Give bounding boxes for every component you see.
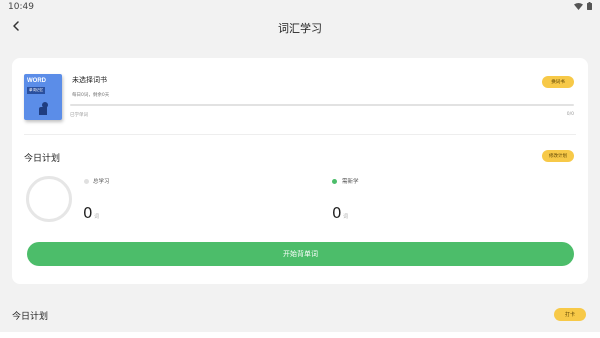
new-study-value: 0 — [332, 204, 342, 222]
wifi-icon — [574, 2, 583, 10]
book-title: 未选择词书 — [72, 76, 107, 84]
cover-word: WORD — [27, 78, 46, 84]
change-book-button[interactable]: 换词书 — [542, 76, 574, 88]
header: 词汇学习 — [0, 14, 600, 42]
new-study-unit: 词 — [343, 214, 349, 220]
status-bar: 10:49 — [0, 0, 600, 14]
status-time: 10:49 — [8, 2, 34, 12]
bottom-card — [0, 332, 600, 338]
book-progress-bar — [70, 104, 574, 106]
today-plan-title: 今日计划 — [24, 154, 61, 164]
checkin-button[interactable]: 打卡 — [554, 308, 586, 321]
total-study-unit: 词 — [94, 214, 100, 220]
total-study-value: 0 — [83, 204, 93, 222]
bottom-plan-title: 今日计划 — [12, 312, 49, 322]
vocabulary-card: WORD 单词记忆 未选择词书 每日0词，剩余0天 换词书 已学单词 0/0 今… — [12, 58, 588, 284]
cover-subtitle: 单词记忆 — [27, 87, 45, 94]
status-icons — [574, 2, 592, 10]
daily-progress-ring — [26, 176, 72, 222]
progress-count: 0/0 — [566, 112, 574, 117]
start-memorizing-button[interactable]: 开始背单词 — [27, 242, 574, 266]
new-study-label: 需新学 — [342, 179, 359, 185]
book-meta: 每日0词，剩余0天 — [72, 93, 110, 98]
divider — [24, 134, 576, 135]
learned-words-label: 已学单词 — [70, 113, 88, 118]
edit-plan-button[interactable]: 修改计划 — [542, 150, 574, 162]
page-title: 词汇学习 — [278, 22, 322, 35]
battery-icon — [587, 2, 592, 10]
total-legend-dot — [84, 179, 89, 184]
reader-figure-icon — [36, 100, 50, 119]
book-cover[interactable]: WORD 单词记忆 — [24, 74, 62, 120]
new-legend-dot — [332, 179, 337, 184]
total-study-label: 总学习 — [93, 179, 110, 185]
